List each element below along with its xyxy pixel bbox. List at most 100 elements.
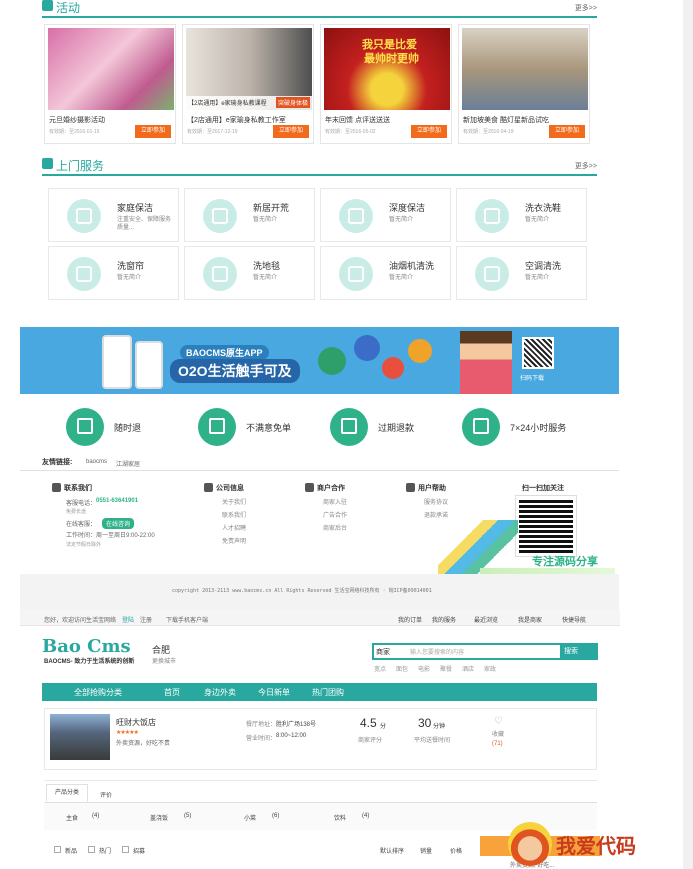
footer-link[interactable]: 广告合作 xyxy=(305,510,405,523)
online-consult-button[interactable]: 在线咨询 xyxy=(102,518,135,529)
topbar-link[interactable]: 我的服务 xyxy=(432,615,456,624)
activity-name[interactable]: 年末回馈 点评送送送 xyxy=(325,115,390,125)
service-name[interactable]: 洗衣洗鞋 xyxy=(525,201,561,214)
footer-link[interactable]: 服务协议 xyxy=(406,497,506,510)
house-icon xyxy=(203,199,237,233)
activity-date: 有效期：至2016-04-19 xyxy=(463,129,514,135)
store-image[interactable] xyxy=(50,714,110,760)
service-card[interactable]: 洗衣洗鞋 暂无简介 xyxy=(456,188,587,242)
service-name[interactable]: 空调清洗 xyxy=(525,259,561,272)
hot-search[interactable]: 家政 xyxy=(484,664,496,673)
service-name[interactable]: 油烟机清洗 xyxy=(389,259,434,272)
footer-column: 用户帮助 服务协议 退款承诺 xyxy=(406,483,506,523)
footer-contact: 联系我们 客服电话： 0551-63641901 免费长途 在线客服： 在线咨询… xyxy=(52,483,182,548)
service-card[interactable]: 洗窗帘 暂无简介 xyxy=(48,246,179,300)
category-item[interactable]: 盖浇饭 xyxy=(150,813,168,822)
friend-link[interactable]: 江湖家居 xyxy=(116,459,140,468)
service-name[interactable]: 新居开荒 xyxy=(253,201,289,214)
filter-checkbox[interactable] xyxy=(88,846,95,853)
activity-more-link[interactable]: 更多>> xyxy=(575,3,597,13)
search-button-label[interactable]: 搜索 xyxy=(564,648,578,655)
service-name[interactable]: 深度保洁 xyxy=(389,201,425,214)
guarantee-item: 随时退 xyxy=(66,408,206,448)
mobile-client-link[interactable]: 下载手机客户端 xyxy=(166,615,208,624)
activity-card[interactable]: 元旦婚纱摄影活动 有效期：至2016-01-15 立即参加 xyxy=(44,24,176,144)
service-card[interactable]: 家庭保洁注重安全、保障服务质量... xyxy=(48,188,179,242)
activity-name[interactable]: 【2店通用】e家瑜身私教工作室 xyxy=(187,115,286,125)
service-card[interactable]: 深度保洁 暂无简介 xyxy=(320,188,451,242)
activity-image[interactable]: 【2店通用】e家瑜身私教课程 突破身体极 xyxy=(186,28,312,110)
filter-checkbox[interactable] xyxy=(54,846,61,853)
hot-search[interactable]: 宽点 xyxy=(374,664,386,673)
topbar-link[interactable]: 我是商家 xyxy=(518,615,542,624)
join-button[interactable]: 立即参加 xyxy=(273,125,309,138)
join-button[interactable]: 立即参加 xyxy=(411,125,447,138)
nav-item[interactable]: 今日新单 xyxy=(258,687,290,698)
footer-column: 商户合作 商家入驻 广告合作 商家后台 xyxy=(305,483,405,536)
switch-city-link[interactable]: 更换城市 xyxy=(152,656,176,665)
activity-card[interactable]: 【2店通用】e家瑜身私教课程 突破身体极 【2店通用】e家瑜身私教工作室 有效期… xyxy=(182,24,314,144)
footer-link[interactable]: 商家入驻 xyxy=(305,497,405,510)
service-name[interactable]: 洗窗帘 xyxy=(117,259,144,272)
topbar-link[interactable]: 快捷导航 xyxy=(562,615,586,624)
activity-image[interactable]: 我只是比爱 最帅时更帅 xyxy=(324,28,450,110)
activity-image[interactable] xyxy=(48,28,174,110)
footer-link[interactable]: 关于我们 xyxy=(204,497,304,510)
category-item[interactable]: 主食 xyxy=(66,813,78,822)
delivery-time: 30 xyxy=(418,716,432,730)
tab-reviews[interactable]: 评价 xyxy=(100,790,112,799)
site-logo[interactable]: Bao Cms xyxy=(42,636,131,657)
hot-search[interactable]: 酒店 xyxy=(462,664,474,673)
topbar-link[interactable]: 我的订单 xyxy=(398,615,422,624)
search-button[interactable]: 搜索 xyxy=(560,643,598,660)
tab-categories[interactable]: 产品分类 xyxy=(46,784,88,802)
category-count: (5) xyxy=(184,813,192,819)
service-name[interactable]: 洗地毯 xyxy=(253,259,280,272)
tab-label[interactable]: 产品分类 xyxy=(55,790,79,796)
nav-all-categories[interactable]: 全部抢购分类 xyxy=(74,687,122,698)
footer-link[interactable]: 联系我们 xyxy=(204,510,304,523)
footer-link[interactable]: 免责声明 xyxy=(204,536,304,549)
service-card[interactable]: 新居开荒 暂无简介 xyxy=(184,188,315,242)
store-name[interactable]: 旺财大饭店 xyxy=(116,717,156,728)
activity-card[interactable]: 我只是比爱 最帅时更帅 年末回馈 点评送送送 有效期：至2016-05-02 立… xyxy=(320,24,452,144)
login-link[interactable]: 登陆 xyxy=(122,615,134,624)
topbar-link[interactable]: 最近浏览 xyxy=(474,615,498,624)
filter-checkbox[interactable] xyxy=(122,846,129,853)
service-name[interactable]: 家庭保洁 xyxy=(117,201,153,214)
services-more-link[interactable]: 更多>> xyxy=(575,161,597,171)
search-scope-select[interactable]: 商家 xyxy=(376,647,390,657)
join-button[interactable]: 立即参加 xyxy=(549,125,585,138)
nav-item[interactable]: 首页 xyxy=(164,687,180,698)
sort-option[interactable]: 默认排序 xyxy=(380,846,404,855)
favorite-button[interactable]: 收藏 xyxy=(492,729,504,738)
friend-link[interactable]: baocms xyxy=(86,459,107,465)
footer-link[interactable]: 商家后台 xyxy=(305,523,405,536)
service-desc: 注重安全、保障服务质量... xyxy=(117,217,172,231)
service-card[interactable]: 油烟机清洗 暂无简介 xyxy=(320,246,451,300)
hot-search[interactable]: 电影 xyxy=(418,664,430,673)
activity-name[interactable]: 新加坡美食 酷灯星新品试吃 xyxy=(463,115,549,125)
activity-image[interactable] xyxy=(462,28,588,110)
hot-search[interactable]: 面包 xyxy=(396,664,408,673)
service-desc: 暂无简介 xyxy=(253,217,278,223)
guarantee-label: 随时退 xyxy=(114,423,142,433)
service-card[interactable]: 空调清洗 暂无简介 xyxy=(456,246,587,300)
sort-option[interactable]: 销量 xyxy=(420,846,432,855)
heart-icon[interactable]: ♡ xyxy=(494,716,503,727)
join-button[interactable]: 立即参加 xyxy=(135,125,171,138)
nav-item[interactable]: 身边外卖 xyxy=(204,687,236,698)
search-input[interactable]: 输入您要搜索的内容 xyxy=(410,647,464,656)
service-card[interactable]: 洗地毯 暂无简介 xyxy=(184,246,315,300)
footer-link[interactable]: 人才招聘 xyxy=(204,523,304,536)
nav-item[interactable]: 热门团购 xyxy=(312,687,344,698)
app-banner[interactable]: BAOCMS原生APP O2O生活触手可及 扫码下载 xyxy=(20,327,619,394)
sort-option[interactable]: 价格 xyxy=(450,846,462,855)
category-item[interactable]: 小菜 xyxy=(244,813,256,822)
scrollbar[interactable] xyxy=(683,0,693,869)
hot-search[interactable]: 聚餐 xyxy=(440,664,452,673)
activity-name[interactable]: 元旦婚纱摄影活动 xyxy=(49,115,105,125)
register-link[interactable]: 注册 xyxy=(140,615,152,624)
category-item[interactable]: 饮料 xyxy=(334,813,346,822)
activity-card[interactable]: 新加坡美食 酷灯星新品试吃 有效期：至2016-04-19 立即参加 xyxy=(458,24,590,144)
